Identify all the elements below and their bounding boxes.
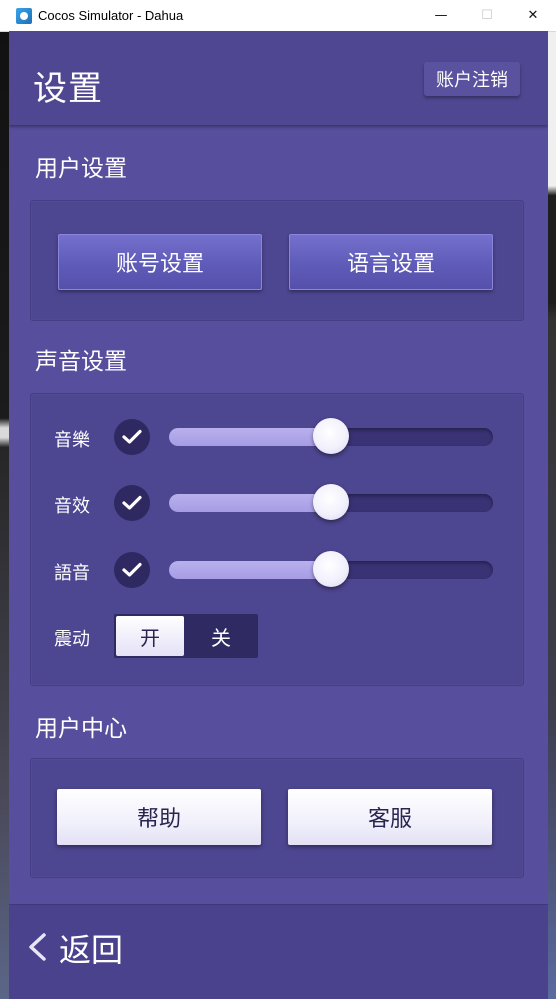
user-center-title: 用户中心 bbox=[35, 716, 127, 742]
customer-service-button[interactable]: 客服 bbox=[288, 789, 492, 845]
sound-effects-slider-fill bbox=[169, 494, 331, 512]
sound-effects-slider-thumb[interactable] bbox=[313, 484, 349, 520]
sound-effects-label: 音效 bbox=[54, 496, 90, 517]
vibration-toggle[interactable]: 开 关 bbox=[114, 614, 258, 658]
voice-slider-thumb[interactable] bbox=[313, 551, 349, 587]
user-center-panel: 帮助 客服 bbox=[30, 758, 524, 878]
sound-settings-panel: 音樂 音效 語音 震动 开 关 bbox=[30, 393, 524, 686]
checkmark-icon bbox=[122, 429, 142, 444]
cocos-app-icon bbox=[16, 7, 32, 24]
language-settings-button[interactable]: 语言设置 bbox=[289, 234, 493, 290]
vibration-label: 震动 bbox=[54, 629, 90, 650]
user-settings-title: 用户设置 bbox=[35, 156, 127, 182]
chevron-left-icon[interactable] bbox=[25, 932, 49, 962]
voice-slider-fill bbox=[169, 561, 331, 579]
sound-effects-checkbox[interactable] bbox=[114, 485, 150, 521]
vibration-off-option[interactable]: 关 bbox=[186, 616, 256, 656]
music-slider-thumb[interactable] bbox=[313, 418, 349, 454]
window-titlebar: Cocos Simulator - Dahua — ☐ ✕ bbox=[0, 0, 556, 32]
music-volume-slider[interactable] bbox=[169, 418, 493, 454]
help-button[interactable]: 帮助 bbox=[57, 789, 261, 845]
page-title: 设置 bbox=[33, 69, 103, 109]
checkmark-icon bbox=[122, 495, 142, 510]
account-settings-button[interactable]: 账号设置 bbox=[58, 234, 262, 290]
back-button[interactable]: 返回 bbox=[59, 925, 123, 971]
vibration-on-option[interactable]: 开 bbox=[116, 616, 184, 656]
desktop-background-left bbox=[0, 31, 9, 999]
sound-effects-volume-slider[interactable] bbox=[169, 484, 493, 520]
voice-volume-slider[interactable] bbox=[169, 551, 493, 587]
voice-label: 語音 bbox=[54, 563, 90, 584]
sound-settings-title: 声音设置 bbox=[35, 349, 127, 375]
logout-button[interactable]: 账户注销 bbox=[424, 62, 520, 96]
window-title: Cocos Simulator - Dahua bbox=[38, 8, 184, 23]
checkmark-icon bbox=[122, 562, 142, 577]
footer-bar: 返回 bbox=[9, 904, 548, 999]
minimize-button[interactable]: — bbox=[418, 0, 464, 31]
desktop-background-right bbox=[548, 31, 556, 999]
music-slider-fill bbox=[169, 428, 331, 446]
music-checkbox[interactable] bbox=[114, 419, 150, 455]
header-bar: 设置 账户注销 bbox=[9, 31, 548, 125]
user-settings-panel: 账号设置 语言设置 bbox=[30, 200, 524, 321]
voice-checkbox[interactable] bbox=[114, 552, 150, 588]
close-button[interactable]: ✕ bbox=[510, 0, 556, 31]
settings-screen: 设置 账户注销 用户设置 账号设置 语言设置 声音设置 音樂 音效 語音 震动 … bbox=[9, 31, 548, 999]
music-label: 音樂 bbox=[54, 430, 90, 451]
maximize-button[interactable]: ☐ bbox=[464, 0, 510, 31]
